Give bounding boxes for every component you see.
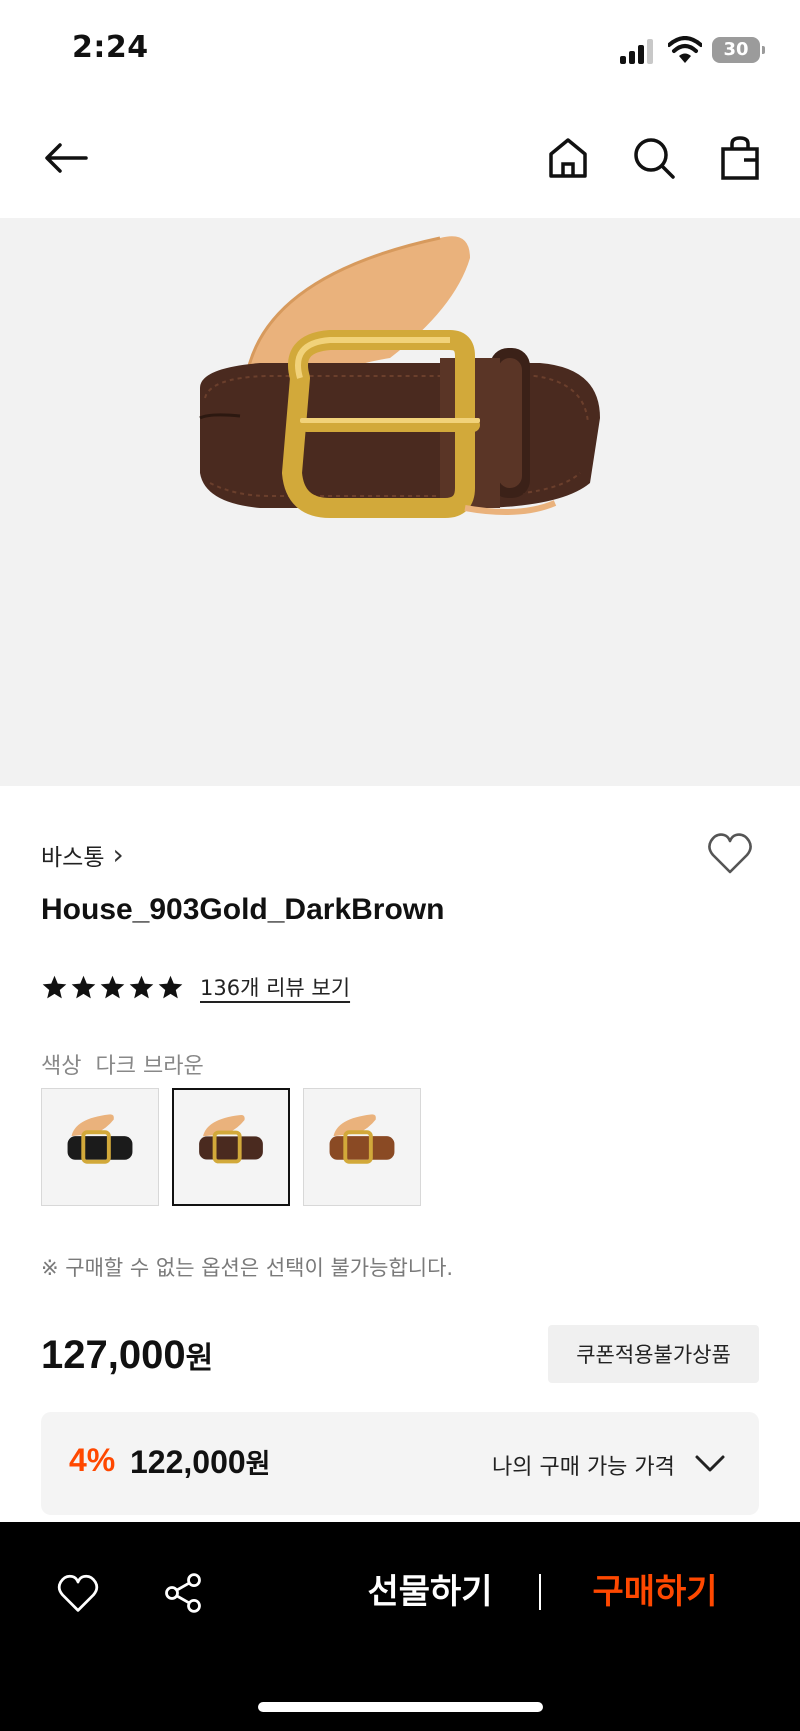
belt-thumbnail-dark-brown xyxy=(199,1114,263,1164)
home-icon xyxy=(549,138,587,178)
star-icon xyxy=(42,975,67,998)
star-icon xyxy=(158,975,183,998)
coupon-badge: 쿠폰적용불가상품 xyxy=(548,1325,759,1383)
color-label: 색상 xyxy=(41,1054,82,1079)
buy-button[interactable]: 구매하기 xyxy=(560,1562,750,1622)
divider xyxy=(539,1574,541,1610)
price-unit: 원 xyxy=(185,1341,214,1376)
product-image[interactable] xyxy=(0,218,800,786)
rating-row: 136개 리뷰 보기 xyxy=(41,972,350,1002)
star-icon xyxy=(100,975,125,998)
color-swatches xyxy=(41,1088,421,1206)
search-icon xyxy=(634,138,675,179)
discount-percent: 4% xyxy=(69,1442,116,1478)
my-price-amount: 122,000원 xyxy=(130,1442,271,1481)
color-option-row: 색상 다크 브라운 xyxy=(41,1048,204,1080)
wish-button[interactable] xyxy=(52,1567,104,1619)
shopping-bag-icon xyxy=(721,136,759,180)
brand-link[interactable]: 바스통 › xyxy=(41,838,124,872)
belt-illustration xyxy=(199,236,600,518)
belt-thumbnail-black xyxy=(67,1114,133,1164)
status-time: 2:24 xyxy=(72,30,149,65)
my-price-unit: 원 xyxy=(245,1449,271,1480)
original-price: 127,000원 xyxy=(41,1333,213,1378)
rating-stars xyxy=(41,974,184,1001)
top-nav xyxy=(0,112,800,202)
share-icon xyxy=(165,1573,201,1613)
bag-button[interactable] xyxy=(714,132,766,184)
swatch-black[interactable] xyxy=(41,1088,159,1206)
belt-thumbnail-brown xyxy=(329,1114,395,1164)
chevron-right-icon: › xyxy=(112,838,124,871)
heart-icon xyxy=(57,1574,99,1612)
my-price-dropdown[interactable]: 4% 122,000원 나의 구매 가능 가격 xyxy=(41,1412,759,1515)
chevron-down-icon xyxy=(695,1455,725,1472)
wifi-icon xyxy=(668,36,702,63)
search-button[interactable] xyxy=(628,132,680,184)
battery-indicator: 30 xyxy=(712,37,765,63)
share-button[interactable] xyxy=(157,1567,209,1619)
option-notice: ※ 구매할 수 없는 옵션은 선택이 불가능합니다. xyxy=(41,1256,454,1280)
swatch-brown[interactable] xyxy=(303,1088,421,1206)
status-bar: 2:24 30 xyxy=(0,0,800,100)
signal-icon xyxy=(620,38,656,64)
swatch-dark-brown[interactable] xyxy=(172,1088,290,1206)
home-button[interactable] xyxy=(542,132,594,184)
brand-name: 바스통 xyxy=(41,845,105,871)
review-link[interactable]: 136개 리뷰 보기 xyxy=(200,972,350,1002)
back-button[interactable] xyxy=(40,132,92,184)
arrow-left-icon xyxy=(45,143,88,173)
star-icon xyxy=(71,975,96,998)
bottom-action-bar: 선물하기 구매하기 xyxy=(0,1522,800,1731)
my-price-label: 나의 구매 가능 가격 xyxy=(492,1455,675,1480)
color-value: 다크 브라운 xyxy=(95,1054,204,1079)
home-indicator xyxy=(258,1702,543,1712)
gift-button[interactable]: 선물하기 xyxy=(330,1562,530,1622)
product-name: House_903Gold_DarkBrown xyxy=(41,893,445,926)
wishlist-heart-icon[interactable] xyxy=(706,830,754,876)
price-number: 127,000 xyxy=(41,1333,186,1377)
star-icon xyxy=(129,975,154,998)
my-price-number: 122,000 xyxy=(130,1444,246,1480)
